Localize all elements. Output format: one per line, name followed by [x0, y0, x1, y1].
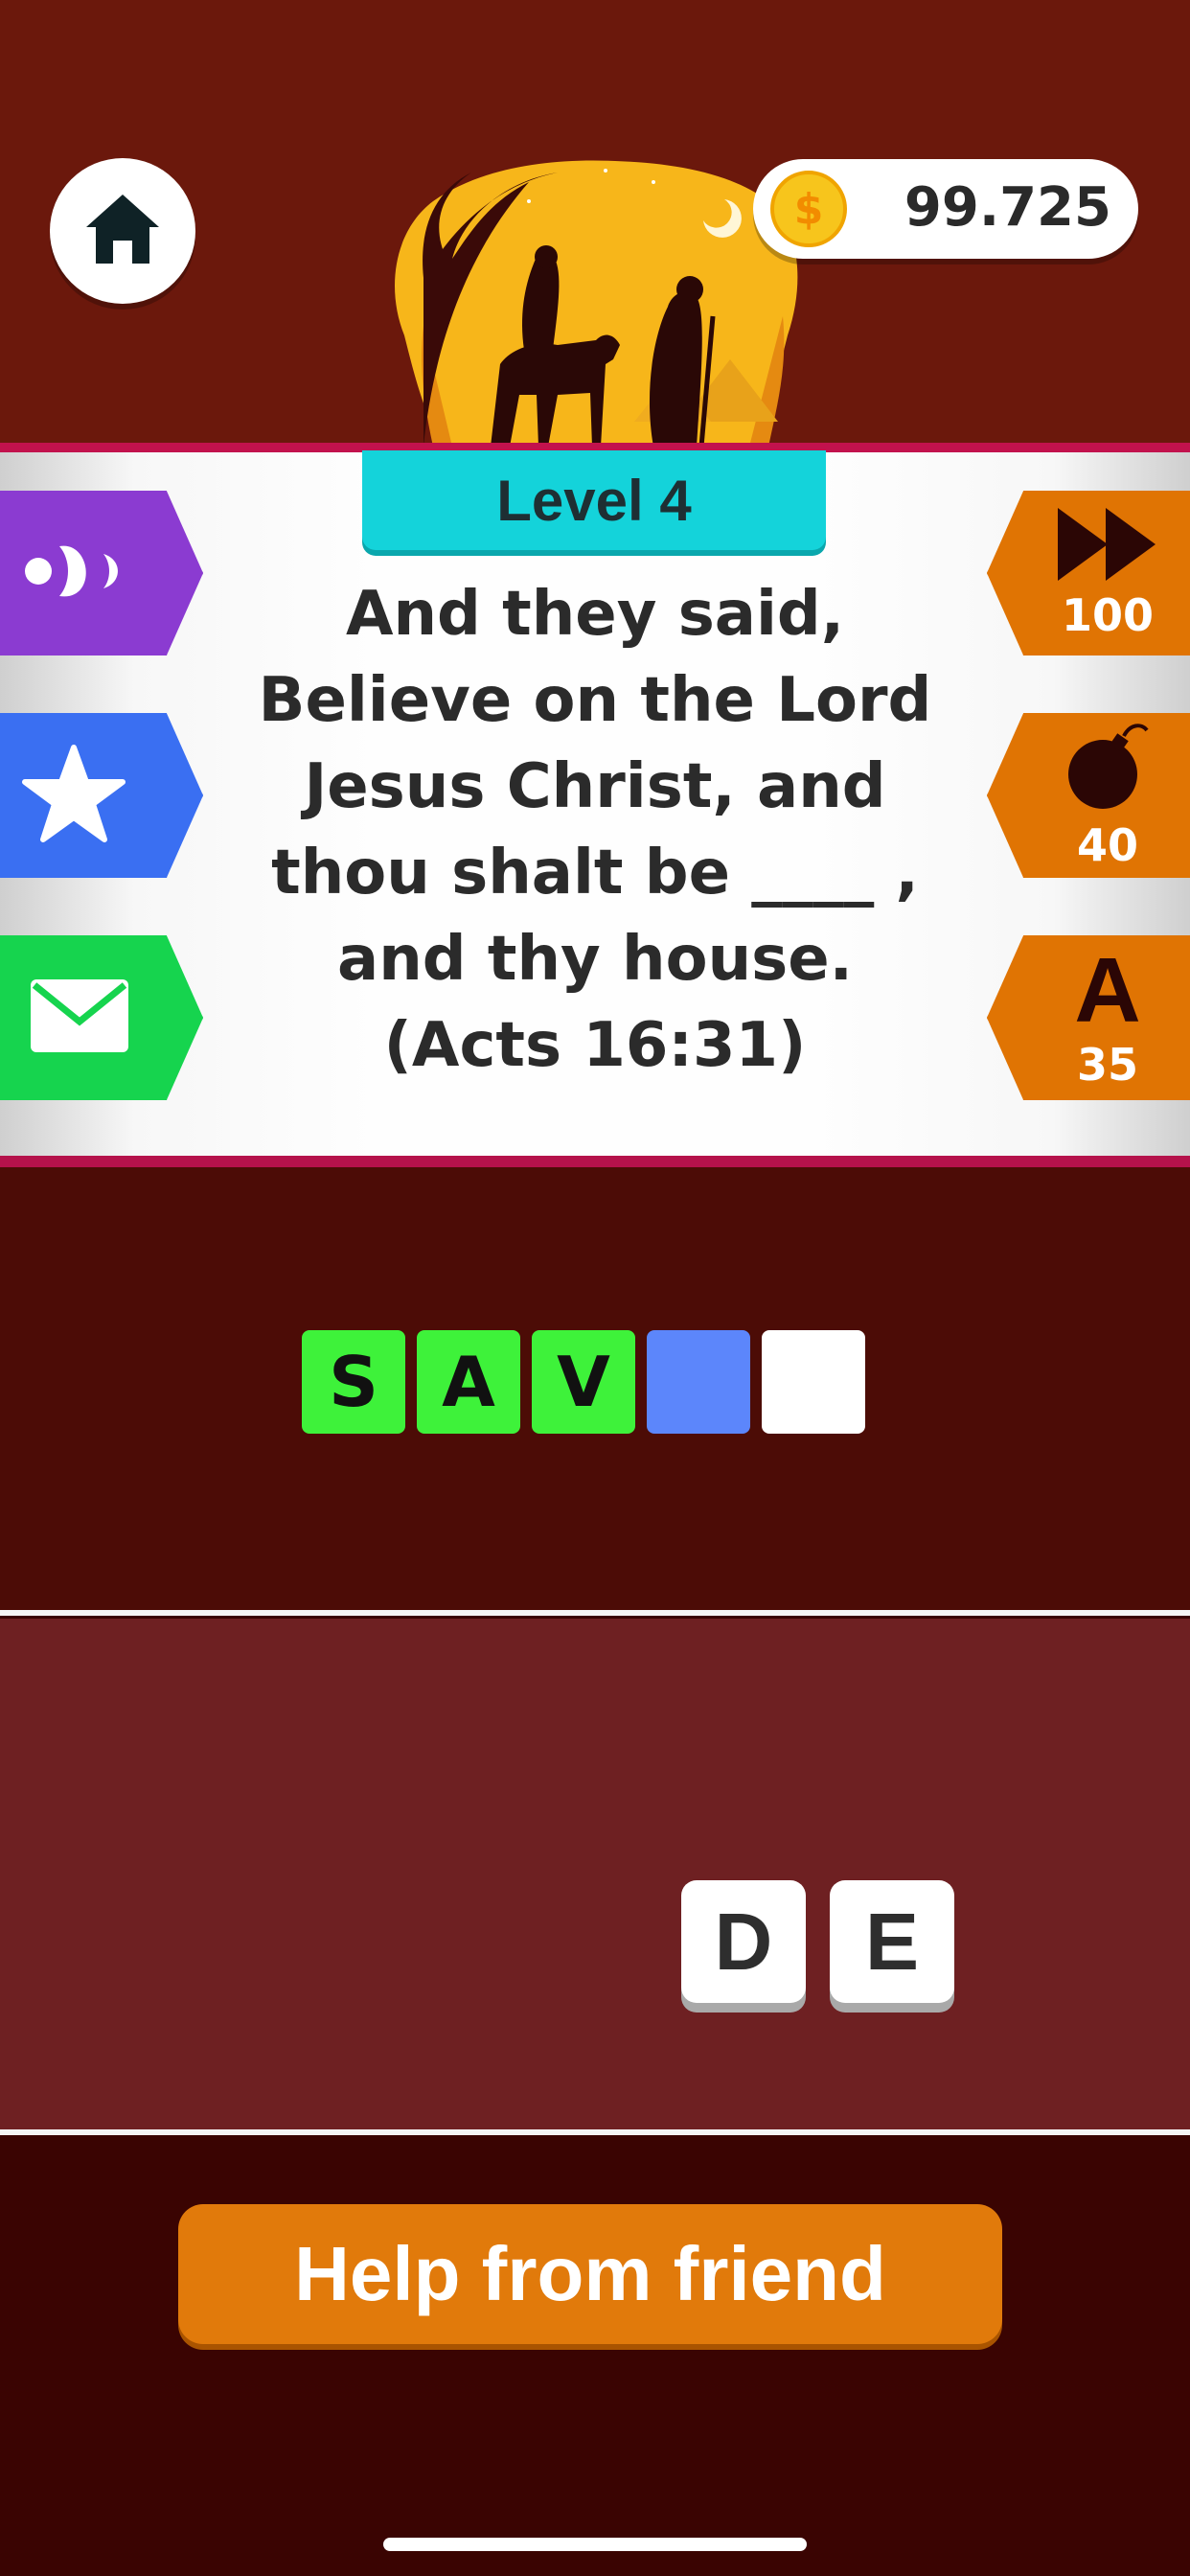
skip-powerup[interactable]: 100 — [987, 491, 1190, 656]
bomb-icon — [1064, 723, 1151, 815]
skip-cost: 100 — [1061, 589, 1155, 641]
letter-tile[interactable]: E — [830, 1880, 954, 2003]
panel-divider — [0, 1156, 1190, 1167]
share-button[interactable] — [0, 935, 203, 1100]
bomb-cost: 40 — [1076, 819, 1138, 871]
reveal-letter-powerup[interactable]: A 35 — [987, 935, 1190, 1100]
answer-slot-empty[interactable] — [762, 1330, 865, 1434]
answer-slot[interactable]: V — [532, 1330, 635, 1434]
divider — [0, 1610, 1190, 1616]
answer-slot[interactable]: S — [302, 1330, 405, 1434]
coin-count: 99.725 — [904, 176, 1111, 239]
answer-slot-selected[interactable] — [647, 1330, 750, 1434]
divider — [0, 2129, 1190, 2135]
letter-tile[interactable]: D — [681, 1880, 806, 2003]
level-badge: Level 4 — [362, 450, 826, 550]
home-indicator — [383, 2538, 807, 2551]
home-button[interactable] — [50, 158, 195, 304]
letter-cost: 35 — [1076, 1039, 1138, 1091]
help-from-friend-button[interactable]: Help from friend — [178, 2204, 1002, 2344]
question-text: And they said, Believe on the Lord Jesus… — [258, 579, 932, 1081]
coin-balance[interactable]: $ 99.725 — [753, 159, 1138, 259]
star-icon — [21, 744, 126, 847]
rate-button[interactable] — [0, 713, 203, 878]
fast-forward-icon — [1058, 508, 1157, 585]
bomb-powerup[interactable]: 40 — [987, 713, 1190, 878]
letter-tray — [0, 1619, 1190, 2129]
answer-slot[interactable]: A — [417, 1330, 520, 1434]
coin-icon: $ — [770, 171, 847, 247]
sound-button[interactable] — [0, 491, 203, 656]
letter-a-icon: A — [1074, 939, 1141, 1042]
mail-icon — [29, 978, 130, 1058]
speaker-icon — [23, 533, 128, 613]
home-icon — [82, 191, 163, 271]
